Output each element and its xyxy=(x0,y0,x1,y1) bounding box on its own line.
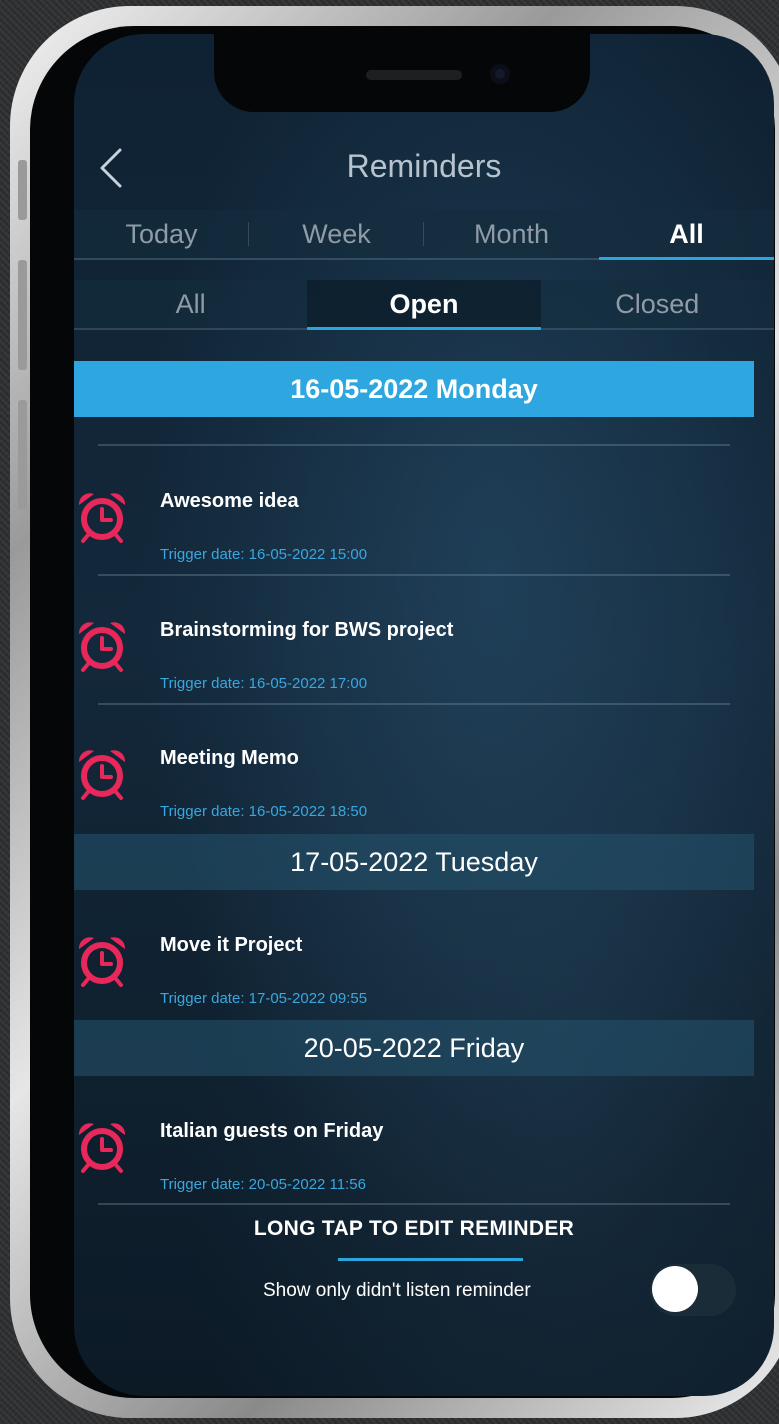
notch xyxy=(214,34,590,112)
reminder-title: Brainstorming for BWS project xyxy=(160,619,454,641)
alarm-clock-icon xyxy=(78,750,126,800)
reminder-title: Meeting Memo xyxy=(160,747,299,769)
page-title: Reminders xyxy=(346,148,502,184)
reminder-title: Awesome idea xyxy=(160,490,299,512)
alarm-clock-icon xyxy=(78,622,126,672)
alarm-clock-icon xyxy=(78,1123,126,1173)
tab-open[interactable]: Open xyxy=(307,280,541,330)
reminder-item[interactable]: Meeting Memo Trigger date: 16-05-2022 18… xyxy=(74,703,754,831)
edit-hint: LONG TAP TO EDIT REMINDER xyxy=(253,1217,575,1240)
tab-week[interactable]: Week xyxy=(249,210,424,260)
reminder-item[interactable]: Move it Project Trigger date: 17-05-2022… xyxy=(74,890,754,1018)
date-header: 20-05-2022 Friday xyxy=(74,1020,754,1076)
reminder-item[interactable]: Brainstorming for BWS project Trigger da… xyxy=(74,575,754,703)
toggle-knob xyxy=(652,1266,698,1312)
reminder-trigger-date: Trigger date: 16-05-2022 17:00 xyxy=(160,675,368,692)
status-tabs: All Open Closed xyxy=(74,280,774,330)
reminder-trigger-date: Trigger date: 17-05-2022 09:55 xyxy=(160,990,368,1007)
speaker-grille xyxy=(366,70,462,80)
period-tabs: Today Week Month All xyxy=(74,210,774,260)
reminder-trigger-date: Trigger date: 16-05-2022 15:00 xyxy=(160,546,368,563)
tab-label: Open xyxy=(389,289,459,319)
didnt-listen-toggle[interactable] xyxy=(650,1264,736,1316)
tab-label: Week xyxy=(302,219,371,249)
app-screen: Reminders Today Week Month All All Open … xyxy=(74,34,774,1396)
hint-underline xyxy=(338,1258,523,1261)
volume-up-button xyxy=(18,260,27,370)
tab-label: All xyxy=(175,289,206,319)
date-header-active: 16-05-2022 Monday xyxy=(74,361,754,417)
tab-closed[interactable]: Closed xyxy=(540,280,774,330)
reminder-title: Move it Project xyxy=(160,934,303,956)
tab-month[interactable]: Month xyxy=(424,210,599,260)
tab-label: Closed xyxy=(615,289,700,319)
tab-all-period[interactable]: All xyxy=(599,210,774,260)
volume-down-button xyxy=(18,400,27,510)
tab-label: Month xyxy=(473,219,550,249)
divider xyxy=(98,1203,730,1205)
tab-label: Today xyxy=(125,219,198,249)
reminder-trigger-date: Trigger date: 16-05-2022 18:50 xyxy=(160,803,368,820)
side-switch xyxy=(18,160,27,220)
date-header: 17-05-2022 Tuesday xyxy=(74,834,754,890)
reminder-item[interactable]: Awesome idea Trigger date: 16-05-2022 15… xyxy=(74,446,754,574)
alarm-clock-icon xyxy=(78,493,126,543)
tab-label: All xyxy=(669,219,704,249)
header: Reminders xyxy=(74,140,774,196)
front-camera xyxy=(490,64,510,84)
reminder-item[interactable]: Italian guests on Friday Trigger date: 2… xyxy=(74,1076,754,1204)
reminder-trigger-date: Trigger date: 20-05-2022 11:56 xyxy=(160,1176,366,1193)
alarm-clock-icon xyxy=(78,937,126,987)
tab-all-status[interactable]: All xyxy=(74,280,308,330)
tab-today[interactable]: Today xyxy=(74,210,249,260)
reminder-title: Italian guests on Friday xyxy=(160,1120,384,1142)
toggle-label: Show only didn't listen reminder xyxy=(263,1280,531,1301)
